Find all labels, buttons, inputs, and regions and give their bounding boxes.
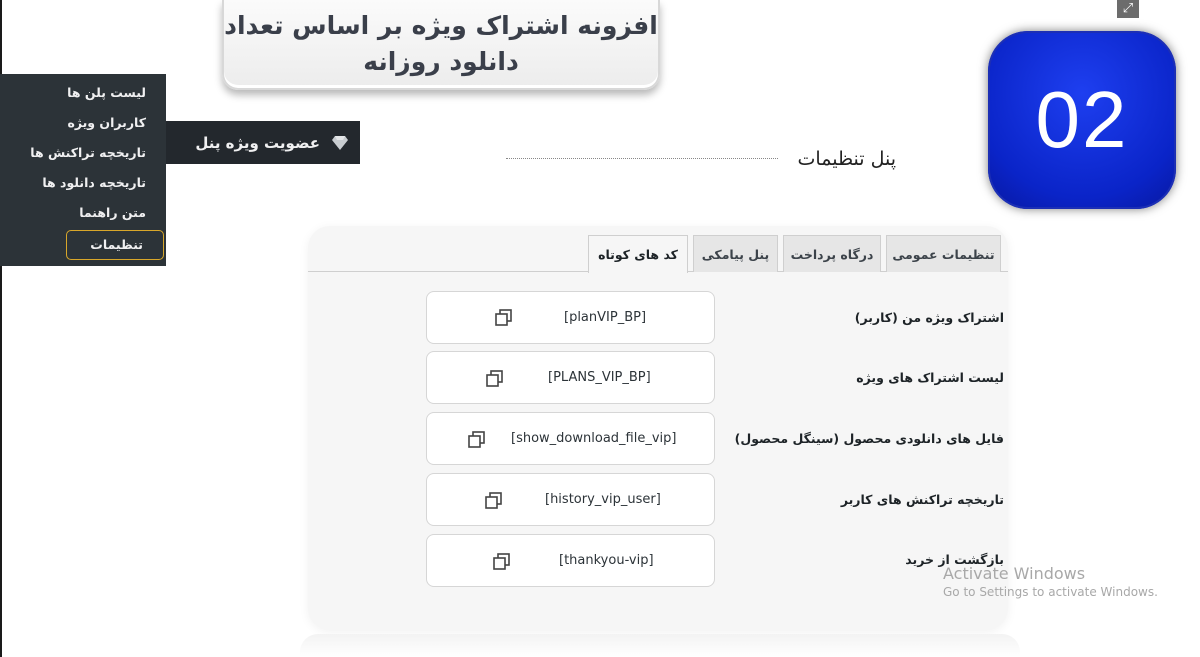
diamond-icon [332,135,348,150]
shortcode-field-download-files[interactable]: [show_download_file_vip] [426,412,715,465]
copy-icon[interactable] [484,491,504,511]
shortcode-code-plans-list: [PLANS_VIP_BP] [548,370,651,385]
shortcode-label-download-files: فایل های دانلودی محصول (سینگل محصول) [734,431,1004,446]
shortcode-code-thankyou: [thankyou-vip] [559,553,654,568]
shortcode-field-thankyou[interactable]: [thankyou-vip] [426,534,715,587]
title-line-1: افزونه اشتراک ویژه بر اساس تعداد [224,11,658,40]
shortcode-code-my-plan: [planVIP_BP] [564,310,647,325]
shortcode-label-transactions: تاریخچه تراکنش های کاربر [840,492,1004,507]
title-line-2: دانلود روزانه [363,47,519,76]
copy-icon[interactable] [485,369,505,389]
expand-icon[interactable]: ⤢ [1117,0,1139,18]
wp-menu-vip-membership[interactable]: عضویت ویژه پنل [166,121,360,164]
submenu-item-vip-users[interactable]: کاربران ویژه [0,108,166,138]
wp-submenu: لیست پلن ها کاربران ویژه تاریخچه تراکنش … [0,74,166,266]
shortcode-field-my-plan[interactable]: [planVIP_BP] [426,291,715,344]
wp-menu-head-label: عضویت ویژه پنل [195,133,320,152]
title-banner: افزونه اشتراک ویژه بر اساس تعداد دانلود … [222,0,660,90]
shortcode-label-plans-list: لیست اشتراک های ویژه [856,370,1004,385]
tab-sms-panel[interactable]: پنل پیامکی [693,235,778,272]
shortcode-code-transactions: [history_vip_user] [545,492,661,507]
shortcode-field-plans-list[interactable]: [PLANS_VIP_BP] [426,351,715,404]
submenu-item-settings[interactable]: تنظیمات [66,230,164,260]
windows-watermark-title: Activate Windows [943,564,1086,583]
bottom-shadow-panel [300,634,1020,657]
submenu-item-plans[interactable]: لیست پلن ها [0,78,166,108]
submenu-item-help-text[interactable]: متن راهنما [0,198,166,228]
copy-icon[interactable] [494,308,514,328]
submenu-item-downloads[interactable]: تاریخچه دانلود ها [0,168,166,198]
step-number: 02 [1035,75,1129,164]
shortcode-field-transactions[interactable]: [history_vip_user] [426,473,715,526]
shortcode-code-download-files: [show_download_file_vip] [511,431,677,446]
step-badge: 02 [988,31,1176,209]
copy-icon[interactable] [492,552,512,572]
copy-icon[interactable] [467,430,487,450]
submenu-item-transactions[interactable]: تاریخچه تراکنش ها [0,138,166,168]
windows-watermark-subtitle: Go to Settings to activate Windows. [943,585,1158,599]
shortcode-label-my-plan: اشتراک ویژه من (کاربر) [854,310,1004,325]
tab-shortcodes[interactable]: کد های کوتاه [588,235,688,273]
tab-general-settings[interactable]: تنظیمات عمومی [886,235,1001,272]
caption-leader-line [506,158,778,159]
caption-settings-panel: پنل تنظیمات [797,148,896,170]
tab-payment-gateway[interactable]: درگاه پرداخت [783,235,881,272]
